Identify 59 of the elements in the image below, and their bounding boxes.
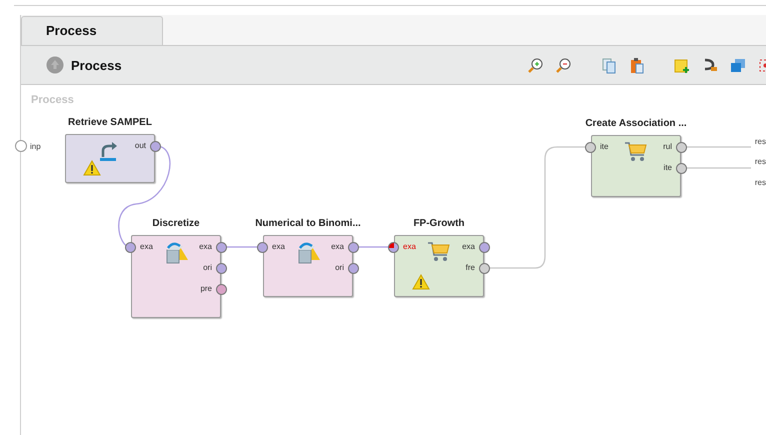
output-port[interactable]: [216, 284, 227, 295]
operator-box[interactable]: [65, 134, 155, 183]
output-port[interactable]: [479, 263, 490, 274]
port-label: ite: [664, 163, 672, 173]
port-label: out: [134, 141, 146, 151]
zoom-in-icon[interactable]: [527, 56, 544, 74]
port-label: res: [754, 157, 766, 166]
operator-box[interactable]: [394, 235, 484, 297]
input-port[interactable]: [257, 242, 268, 253]
output-port[interactable]: [348, 242, 359, 253]
shopping-cart-icon: [427, 241, 451, 263]
paste-icon[interactable]: [628, 56, 645, 74]
port-label: exa: [199, 242, 212, 252]
layers-icon[interactable]: [729, 56, 746, 74]
process-status-icon: [46, 56, 64, 74]
operator-box[interactable]: [131, 235, 221, 318]
output-port[interactable]: [676, 142, 687, 153]
port-label: rul: [663, 142, 672, 152]
port-label: res: [754, 178, 766, 187]
port-label: ori: [335, 263, 344, 273]
process-title: Process: [71, 58, 122, 72]
shopping-cart-icon: [624, 141, 648, 163]
output-port[interactable]: [676, 163, 687, 174]
process-input-port[interactable]: [15, 140, 27, 152]
zoom-out-icon[interactable]: [555, 56, 572, 74]
operator-title: Create Association ...: [584, 118, 688, 129]
output-port[interactable]: [216, 242, 227, 253]
operator-box[interactable]: [591, 135, 681, 197]
port-label: exa: [331, 242, 344, 252]
input-port[interactable]: [388, 242, 399, 253]
port-label: fre: [466, 263, 475, 273]
operator-title: FP-Growth: [412, 218, 466, 229]
cube-cone-icon: [296, 241, 322, 265]
process-tab[interactable]: Process: [21, 16, 163, 45]
port-label: exa: [140, 242, 153, 252]
port-label: pre: [200, 284, 212, 294]
port-label: exa: [272, 242, 285, 252]
input-port[interactable]: [585, 142, 596, 153]
input-port[interactable]: [125, 242, 136, 253]
port-label: ori: [203, 263, 212, 273]
port-label: exa: [403, 242, 416, 252]
port-label: exa: [462, 242, 475, 252]
output-port[interactable]: [150, 141, 161, 152]
warning-icon: [83, 160, 101, 176]
output-port[interactable]: [216, 263, 227, 274]
warning-icon: [412, 274, 430, 290]
copy-icon[interactable]: [600, 56, 617, 74]
output-port[interactable]: [348, 263, 359, 274]
add-note-icon[interactable]: [673, 56, 690, 74]
port-label: ite: [600, 142, 608, 152]
output-port[interactable]: [479, 242, 490, 253]
operator-title: Numerical to Binomi...: [254, 218, 362, 229]
port-label: inp: [30, 142, 41, 150]
cube-cone-icon: [164, 241, 190, 265]
breadcrumb: Process: [31, 94, 74, 106]
operator-title: Discretize: [151, 218, 201, 229]
operator-box[interactable]: [263, 235, 353, 297]
port-label: res: [754, 137, 766, 146]
operator-title: Retrieve SAMPEL: [67, 117, 153, 128]
